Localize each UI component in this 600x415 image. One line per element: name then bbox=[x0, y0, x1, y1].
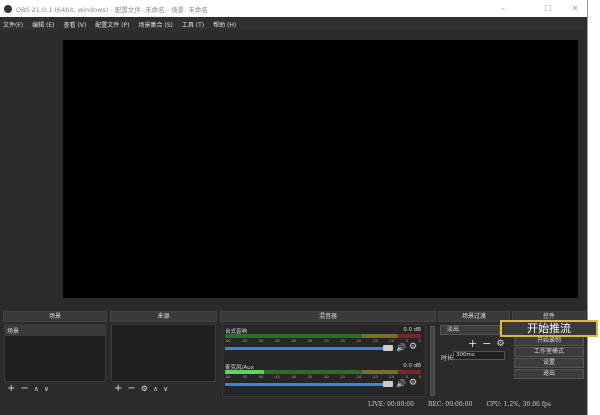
volume-slider[interactable] bbox=[225, 347, 388, 350]
meter-tick: -60 bbox=[225, 375, 231, 379]
start-streaming-button[interactable]: 开始推流 bbox=[500, 320, 598, 337]
volume-meter bbox=[225, 370, 421, 374]
meter-tick: -25 bbox=[339, 339, 346, 343]
cpu-fps: CPU: 1.2%, 30.00 fps bbox=[486, 401, 551, 408]
meter-tick: -35 bbox=[306, 375, 313, 379]
meter-tick: -60 bbox=[225, 339, 231, 343]
add-transition-icon[interactable]: + bbox=[468, 337, 477, 350]
preview-canvas[interactable] bbox=[63, 40, 578, 298]
obs-window: OBS 21.0.1 (64bit, windows) - 配置文件: 未命名 … bbox=[0, 0, 588, 415]
channel-db: 0.0 dB bbox=[403, 327, 421, 333]
meter-tick: -10 bbox=[388, 339, 394, 343]
volume-slider-handle[interactable] bbox=[383, 345, 393, 351]
move-down-icon[interactable]: ∨ bbox=[44, 385, 49, 393]
duration-input[interactable]: 300ms bbox=[453, 351, 505, 360]
minimize-button[interactable]: – bbox=[490, 0, 516, 17]
meter-tick: -50 bbox=[257, 339, 264, 343]
meter-tick: -45 bbox=[273, 339, 280, 343]
mixer-scrollbar[interactable] bbox=[430, 326, 435, 396]
remove-transition-icon[interactable]: − bbox=[482, 337, 491, 350]
sources-list[interactable] bbox=[111, 324, 216, 382]
transition-select[interactable]: 淡出 bbox=[440, 325, 500, 335]
speaker-icon[interactable]: 🔊 bbox=[396, 343, 406, 352]
duration-label: 时长 bbox=[441, 355, 454, 362]
meter-tick: -20 bbox=[355, 339, 362, 343]
mixer-dock: 混音器 台式音响 0.0 dB -60 -55 -50 -45 -40 -35 -30 -25… bbox=[220, 311, 436, 399]
maximize-button[interactable]: ☐ bbox=[535, 0, 561, 17]
menu-tools[interactable]: 工具 (T) bbox=[182, 20, 204, 29]
meter-tick: -45 bbox=[273, 375, 280, 379]
menu-file[interactable]: 文件(F) bbox=[3, 20, 23, 29]
obs-logo-icon bbox=[4, 4, 12, 13]
rec-time: REC: 00:00:00 bbox=[427, 401, 473, 408]
scene-item[interactable]: 场景 bbox=[5, 325, 105, 336]
meter-tick: -40 bbox=[290, 375, 297, 379]
volume-slider[interactable] bbox=[225, 383, 388, 386]
meter-scale: -60 -55 -50 -45 -40 -35 -30 -25 -20 -15 -10 -5 0 bbox=[225, 375, 421, 379]
menu-edit[interactable]: 编辑 (E) bbox=[32, 20, 54, 29]
channel-gear-icon[interactable]: ⚙ bbox=[409, 378, 417, 388]
meter-level bbox=[225, 370, 265, 374]
channel-db: 0.0 dB bbox=[403, 363, 421, 369]
menu-view[interactable]: 查看 (V) bbox=[64, 20, 87, 29]
exit-button[interactable]: 退出 bbox=[514, 369, 584, 379]
add-scene-icon[interactable]: + bbox=[7, 383, 15, 394]
mixer-header: 混音器 bbox=[220, 311, 436, 322]
meter-tick: -50 bbox=[257, 375, 264, 379]
live-time: LIVE: 00:00:00 bbox=[368, 401, 414, 408]
mixer-panel: 台式音响 0.0 dB -60 -55 -50 -45 -40 -35 -30 -25 -20-… bbox=[222, 324, 426, 397]
meter-tick: -35 bbox=[306, 339, 313, 343]
source-properties-gear-icon[interactable]: ⚙ bbox=[141, 384, 148, 393]
volume-meter bbox=[225, 334, 421, 338]
close-button[interactable]: ✕ bbox=[562, 0, 588, 17]
sources-dock: 来源 + − ⚙ ∧ ∨ bbox=[110, 311, 217, 399]
meter-scale: -60 -55 -50 -45 -40 -35 -30 -25 -20 -15 -10 -5 0 bbox=[225, 339, 421, 343]
mixer-channel: 麦克风/Aux 0.0 dB -60 -55 -50 -45 -40 -35 -30 -25-… bbox=[223, 361, 425, 397]
move-down-icon[interactable]: ∨ bbox=[163, 385, 168, 393]
volume-slider-handle[interactable] bbox=[383, 381, 393, 387]
window-title: OBS 21.0.1 (64bit, windows) - 配置文件: 未命名 … bbox=[16, 5, 208, 14]
add-source-icon[interactable]: + bbox=[114, 383, 122, 394]
move-up-icon[interactable]: ∧ bbox=[34, 385, 39, 393]
meter-tick: -30 bbox=[322, 375, 329, 379]
sources-header: 来源 bbox=[110, 311, 217, 322]
speaker-icon[interactable]: 🔊 bbox=[396, 379, 406, 388]
studio-mode-button[interactable]: 工作室模式 bbox=[514, 347, 584, 357]
channel-gear-icon[interactable]: ⚙ bbox=[409, 342, 417, 352]
meter-tick: 0 bbox=[418, 339, 421, 343]
meter-tick: -15 bbox=[371, 339, 378, 343]
remove-source-icon[interactable]: − bbox=[127, 383, 135, 394]
meter-tick: -55 bbox=[241, 339, 248, 343]
transition-gear-icon[interactable]: ⚙ bbox=[496, 339, 504, 349]
meter-tick: -55 bbox=[241, 375, 248, 379]
meter-tick: -25 bbox=[339, 375, 346, 379]
menu-help[interactable]: 帮助 (H) bbox=[213, 20, 236, 29]
move-up-icon[interactable]: ∧ bbox=[153, 385, 158, 393]
meter-tick: -30 bbox=[322, 339, 329, 343]
meter-tick: -20 bbox=[355, 375, 362, 379]
menu-bar: 文件(F) 编辑 (E) 查看 (V) 配置文件 (P) 场景集合 (S) 工具… bbox=[0, 17, 587, 31]
menu-profile[interactable]: 配置文件 (P) bbox=[95, 20, 129, 29]
menu-scene-collection[interactable]: 场景集合 (S) bbox=[138, 20, 172, 29]
status-bar: LIVE: 00:00:00 REC: 00:00:00 CPU: 1.2%, … bbox=[368, 401, 551, 408]
scenes-dock: 场景 场景 + − ∧ ∨ bbox=[3, 311, 107, 399]
settings-button[interactable]: 设置 bbox=[514, 358, 584, 368]
meter-tick: -40 bbox=[290, 339, 297, 343]
scenes-list[interactable]: 场景 bbox=[4, 324, 106, 382]
meter-tick: -10 bbox=[388, 375, 394, 379]
start-recording-button[interactable]: 开始录制 bbox=[514, 336, 584, 346]
scenes-header: 场景 bbox=[3, 311, 107, 322]
remove-scene-icon[interactable]: − bbox=[20, 383, 28, 394]
meter-tick: 0 bbox=[418, 375, 421, 379]
mixer-channel: 台式音响 0.0 dB -60 -55 -50 -45 -40 -35 -30 -25 -20-… bbox=[223, 325, 425, 361]
meter-tick: -15 bbox=[371, 375, 378, 379]
